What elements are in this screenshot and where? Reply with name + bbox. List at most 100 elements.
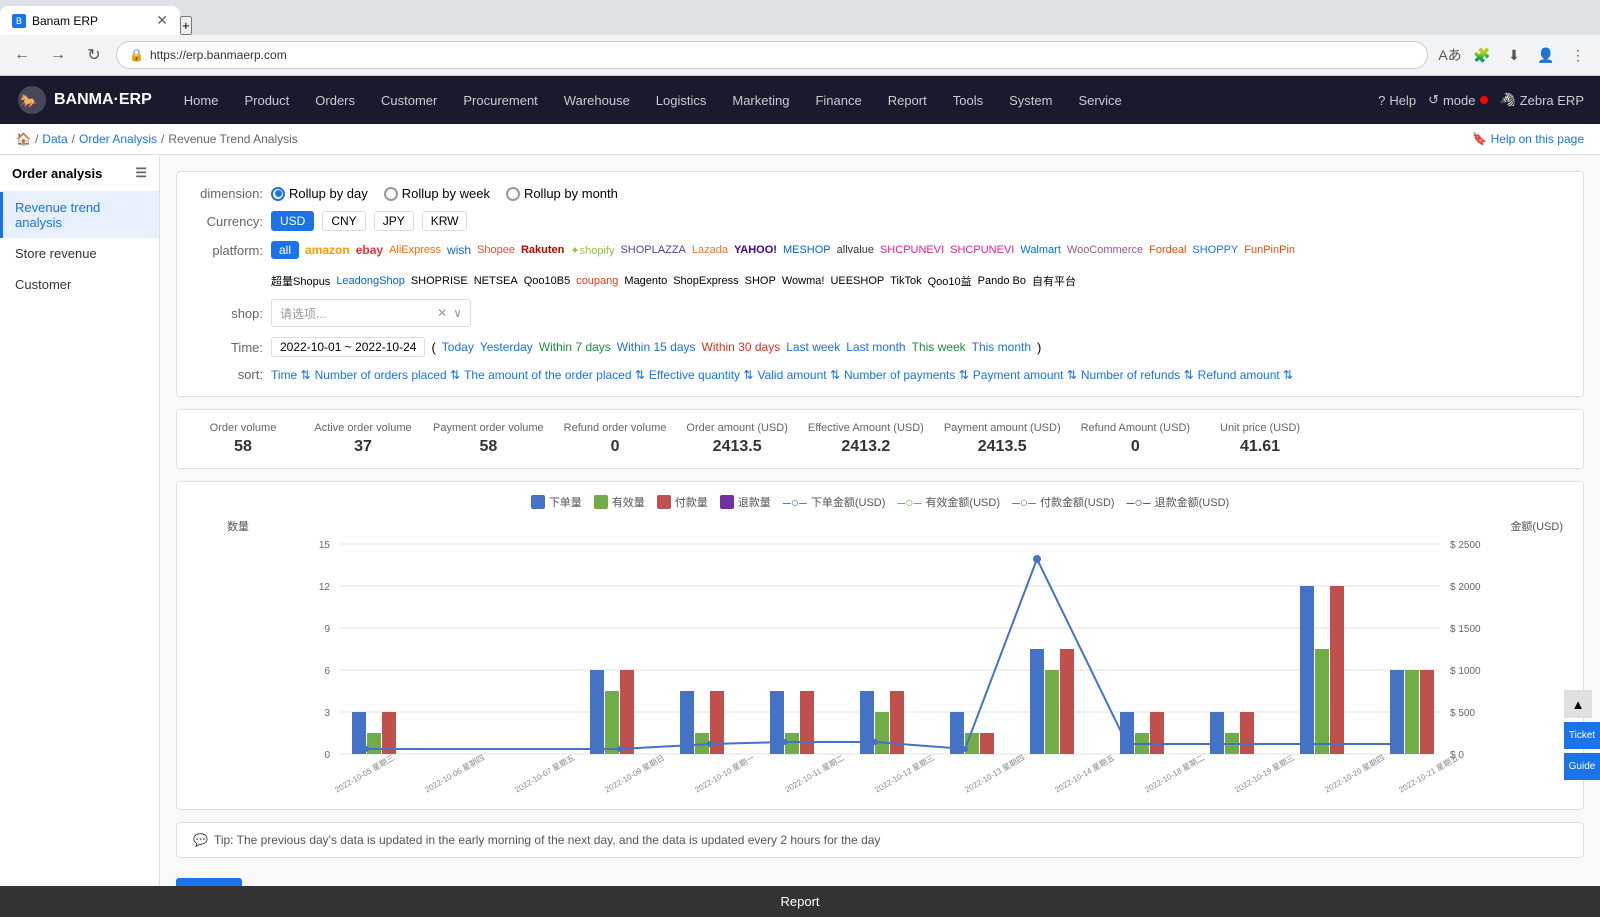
shop-dropdown[interactable]: 请选项... ✕ ∨	[271, 299, 471, 327]
nav-product[interactable]: Product	[232, 87, 301, 114]
currency-krw[interactable]: KRW	[422, 211, 468, 231]
radio-day[interactable]: Rollup by day	[271, 186, 368, 201]
platform-shoplazza[interactable]: SHOPLAZZA	[620, 244, 685, 256]
nav-tools[interactable]: Tools	[941, 87, 995, 114]
platform-amazon[interactable]: amazon	[305, 243, 350, 257]
menu-icon[interactable]: ⋮	[1564, 41, 1592, 69]
sort-num-refunds[interactable]: Number of refunds ⇅	[1081, 368, 1194, 382]
platform-shopexpress[interactable]: ShopExpress	[673, 275, 738, 287]
platform-shoppy[interactable]: SHOPPY	[1192, 244, 1238, 256]
platform-wowma[interactable]: Wowma!	[782, 275, 825, 287]
scroll-up-button[interactable]: ▲	[1564, 690, 1592, 718]
platform-all[interactable]: all	[271, 241, 299, 259]
help-on-page-link[interactable]: 🔖 Help on this page	[1472, 132, 1584, 146]
sort-num-payments[interactable]: Number of payments ⇅	[844, 368, 969, 382]
sidebar-menu-icon[interactable]: ☰	[135, 165, 147, 181]
time-15days[interactable]: Within 15 days	[617, 340, 696, 354]
platform-coupang[interactable]: coupang	[576, 275, 618, 287]
platform-ziyo[interactable]: 自有平台	[1032, 273, 1076, 289]
nav-warehouse[interactable]: Warehouse	[552, 87, 642, 114]
platform-wish[interactable]: wish	[447, 243, 471, 257]
platform-ebay[interactable]: ebay	[356, 243, 383, 257]
refresh-button[interactable]: ↻	[80, 41, 108, 69]
currency-jpy[interactable]: JPY	[374, 211, 414, 231]
radio-week[interactable]: Rollup by week	[384, 186, 490, 201]
platform-netsea[interactable]: NETSEA	[474, 275, 518, 287]
sort-time[interactable]: Time ⇅	[271, 368, 311, 382]
sort-orders-placed[interactable]: Number of orders placed ⇅	[315, 368, 460, 382]
nav-customer[interactable]: Customer	[369, 87, 449, 114]
platform-allvalue[interactable]: allvalue	[837, 244, 874, 256]
sidebar-item-customer[interactable]: Customer	[0, 269, 159, 300]
nav-home[interactable]: Home	[172, 87, 231, 114]
platform-shopee[interactable]: Shopee	[477, 244, 515, 256]
tab-close-button[interactable]: ✕	[156, 12, 168, 29]
platform-magento[interactable]: Magento	[624, 275, 667, 287]
time-this-month[interactable]: This month	[972, 340, 1031, 354]
time-last-month[interactable]: Last month	[846, 340, 905, 354]
platform-ueeshop[interactable]: UEESHOP	[830, 275, 884, 287]
platform-yahoo[interactable]: YAHOO!	[734, 244, 777, 256]
platform-shop[interactable]: SHOP	[745, 275, 776, 287]
address-bar[interactable]: 🔒 https://erp.banmaerp.com	[116, 41, 1428, 69]
time-this-week[interactable]: This week	[912, 340, 966, 354]
nav-report[interactable]: Report	[876, 87, 939, 114]
platform-rakuten[interactable]: Rakuten	[521, 244, 564, 256]
nav-procurement[interactable]: Procurement	[451, 87, 549, 114]
currency-usd[interactable]: USD	[271, 211, 314, 231]
search-button[interactable]: 搜索	[176, 878, 242, 886]
sort-effective-qty[interactable]: Effective quantity ⇅	[649, 368, 754, 382]
back-button[interactable]: ←	[8, 41, 36, 69]
sort-refund-amount[interactable]: Refund amount ⇅	[1198, 368, 1293, 382]
ticket-button[interactable]: Ticket	[1564, 722, 1600, 749]
platform-woo[interactable]: WooCommerce	[1067, 244, 1143, 256]
profile-icon[interactable]: 👤	[1532, 41, 1560, 69]
help-nav-item[interactable]: ? Help	[1378, 93, 1416, 108]
nav-marketing[interactable]: Marketing	[720, 87, 801, 114]
currency-cny[interactable]: CNY	[322, 211, 365, 231]
time-today[interactable]: Today	[442, 340, 474, 354]
time-last-week[interactable]: Last week	[786, 340, 840, 354]
zebra-nav-item[interactable]: 🦓 Zebra ERP	[1500, 92, 1585, 108]
platform-qoo10b5[interactable]: Qoo10B5	[524, 275, 570, 287]
sort-valid-amount[interactable]: Valid amount ⇅	[757, 368, 840, 382]
nav-logistics[interactable]: Logistics	[644, 87, 719, 114]
translate-icon[interactable]: Aあ	[1436, 41, 1464, 69]
time-yesterday[interactable]: Yesterday	[480, 340, 533, 354]
time-30days[interactable]: Within 30 days	[702, 340, 781, 354]
platform-shoprise[interactable]: SHOPRISE	[411, 275, 468, 287]
nav-system[interactable]: System	[997, 87, 1064, 114]
platform-qoo10yi[interactable]: Qoo10益	[928, 273, 972, 289]
guide-button[interactable]: Guide	[1564, 753, 1600, 780]
platform-pandabo[interactable]: Pando Bo	[978, 275, 1026, 287]
sort-amount-placed[interactable]: The amount of the order placed ⇅	[464, 368, 645, 382]
breadcrumb-order-analysis[interactable]: Order Analysis	[79, 132, 157, 146]
nav-orders[interactable]: Orders	[303, 87, 367, 114]
platform-funpin[interactable]: FunPinPin	[1244, 244, 1295, 256]
platform-shcpunevi[interactable]: SHCPUNEVI	[880, 244, 944, 256]
mode-nav-item[interactable]: ↺ mode	[1428, 92, 1487, 108]
nav-finance[interactable]: Finance	[803, 87, 873, 114]
platform-chao[interactable]: 超量Shopus	[271, 273, 330, 289]
platform-leadong[interactable]: LeadongShop	[336, 275, 405, 287]
platform-shopify[interactable]: ✦shopify	[570, 244, 614, 257]
time-7days[interactable]: Within 7 days	[539, 340, 611, 354]
sidebar-item-store-revenue[interactable]: Store revenue	[0, 238, 159, 269]
platform-shcpunevi2[interactable]: SHCPUNEVI	[950, 244, 1014, 256]
platform-aliexpress[interactable]: AliExpress	[389, 244, 441, 256]
new-tab-button[interactable]: +	[180, 16, 192, 35]
platform-lazada[interactable]: Lazada	[692, 244, 728, 256]
radio-month[interactable]: Rollup by month	[506, 186, 618, 201]
sort-payment-amount[interactable]: Payment amount ⇅	[973, 368, 1077, 382]
platform-tiktok[interactable]: TikTok	[890, 275, 921, 287]
breadcrumb-data[interactable]: Data	[42, 132, 67, 146]
forward-button[interactable]: →	[44, 41, 72, 69]
time-range-input[interactable]: 2022-10-01 ~ 2022-10-24	[271, 337, 425, 357]
platform-fordeal[interactable]: Fordeal	[1149, 244, 1186, 256]
sidebar-item-revenue-trend[interactable]: Revenue trend analysis	[0, 192, 159, 238]
nav-service[interactable]: Service	[1066, 87, 1133, 114]
extensions-icon[interactable]: 🧩	[1468, 41, 1496, 69]
platform-meshop[interactable]: MESHOP	[783, 244, 831, 256]
shop-clear-icon[interactable]: ✕	[437, 306, 447, 320]
platform-walmart[interactable]: Walmart	[1020, 244, 1061, 256]
